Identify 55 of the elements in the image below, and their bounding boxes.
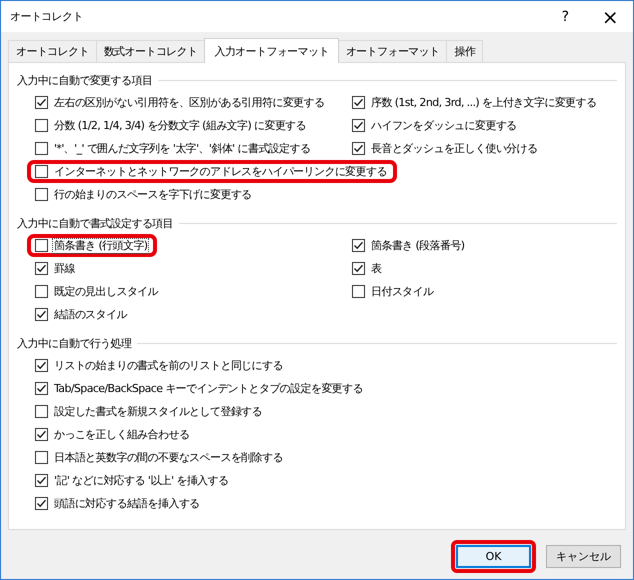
tab[interactable]: 入力オートフォーマット (204, 38, 339, 63)
checkbox-label[interactable]: リストの始まりの書式を前のリストと同じにする (52, 358, 285, 374)
help-button[interactable]: ? (543, 1, 587, 32)
checkbox-label[interactable]: Tab/Space/BackSpace キーでインデントとタブの設定を変更する (52, 380, 365, 396)
checkbox-label[interactable]: 結語のスタイル (52, 306, 129, 322)
checkbox[interactable] (35, 497, 48, 510)
checkbox[interactable] (35, 405, 48, 418)
tab[interactable]: 操作 (446, 40, 484, 62)
checkbox-label[interactable]: インターネットとネットワークのアドレスをハイパーリンクに変更する (52, 164, 389, 180)
checkbox[interactable] (35, 285, 48, 298)
checkbox-label[interactable]: '*'、'_' で囲んだ文字列を '太字'、'斜体' に書式設定する (52, 140, 312, 156)
checkbox-label[interactable]: 罫線 (52, 260, 77, 276)
ok-button[interactable]: OK (456, 545, 531, 568)
checkbox-label[interactable]: 左右の区別がない引用符を、区別がある引用符に変更する (52, 94, 326, 110)
checkbox-label[interactable]: 分数 (1/2, 1/4, 3/4) を分数文字 (組み文字) に変更する (52, 118, 308, 134)
checkbox-label[interactable]: 行の始まりのスペースを字下げに変更する (52, 186, 254, 202)
checkbox[interactable] (352, 119, 365, 132)
checkbox[interactable] (35, 239, 48, 252)
checkbox[interactable] (35, 142, 48, 155)
checkbox-label[interactable]: 表 (369, 260, 384, 276)
checkbox[interactable] (35, 451, 48, 464)
checkbox-label[interactable]: 長音とダッシュを正しく使い分ける (369, 140, 540, 156)
cancel-button[interactable]: キャンセル (546, 545, 621, 568)
checkbox[interactable] (35, 119, 48, 132)
checkbox[interactable] (35, 382, 48, 395)
checkbox-label[interactable]: '記' などに対応する '以上' を挿入する (52, 472, 230, 488)
checkbox[interactable] (352, 239, 365, 252)
section-heading: 入力中に自動で行う処理 (17, 336, 132, 350)
checkbox-label[interactable]: 日本語と英数字の間の不要なスペースを削除する (52, 450, 285, 466)
checkbox[interactable] (352, 142, 365, 155)
checkbox-label[interactable]: 箇条書き (段落番号) (369, 238, 466, 254)
checkbox-label[interactable]: かっこを正しく組み合わせる (52, 426, 192, 442)
checkbox[interactable] (352, 96, 365, 109)
checkbox[interactable] (35, 262, 48, 275)
checkbox-label[interactable]: 設定した書式を新規スタイルとして登録する (52, 404, 264, 420)
close-button[interactable]: × (587, 1, 633, 32)
checkbox-label[interactable]: ハイフンをダッシュに変更する (369, 118, 519, 134)
checkbox-label[interactable]: 既定の見出しスタイル (52, 284, 160, 300)
checkbox[interactable] (352, 262, 365, 275)
checkbox[interactable] (35, 165, 48, 178)
checkbox-label[interactable]: 頭語に対応する結語を挿入する (52, 496, 202, 512)
section-heading: 入力中に自動で書式設定する項目 (17, 216, 174, 230)
checkbox[interactable] (35, 308, 48, 321)
checkbox-label[interactable]: 箇条書き (行頭文字) (52, 238, 150, 254)
checkbox[interactable] (35, 428, 48, 441)
checkbox-label[interactable]: 序数 (1st, 2nd, 3rd, ...) を上付き文字に変更する (369, 94, 598, 110)
window-title: オートコレクト (10, 9, 84, 24)
tab[interactable]: オートコレクト (8, 40, 97, 62)
checkbox[interactable] (35, 474, 48, 487)
checkbox[interactable] (352, 285, 365, 298)
checkbox-label[interactable]: 日付スタイル (369, 284, 436, 300)
checkbox[interactable] (35, 359, 48, 372)
checkbox[interactable] (35, 188, 48, 201)
section-heading: 入力中に自動で変更する項目 (17, 72, 152, 88)
checkbox[interactable] (35, 96, 48, 109)
